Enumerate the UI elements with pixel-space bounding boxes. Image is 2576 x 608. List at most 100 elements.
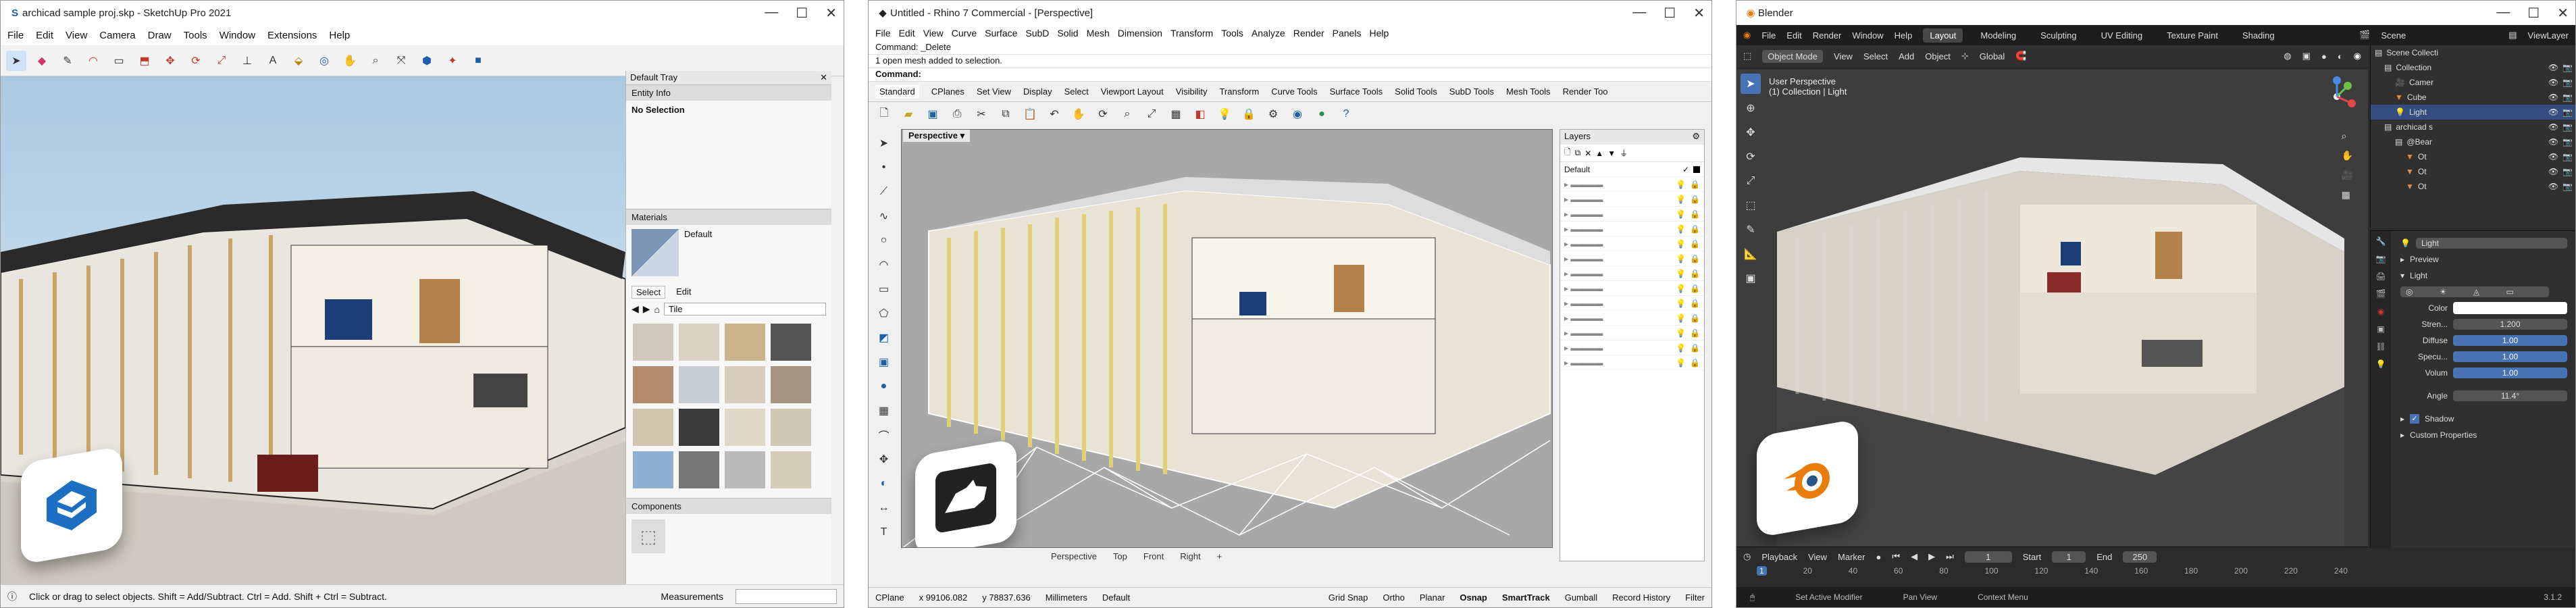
layer-row[interactable]: ▸ ▬▬▬▬ 💡 🔒 — [1560, 281, 1704, 296]
layer-row[interactable]: ▸ ▬▬▬▬ 💡 🔒 — [1560, 296, 1704, 311]
menu-panels[interactable]: Panels — [1333, 28, 1362, 39]
view-tab-front[interactable]: Front — [1143, 551, 1164, 561]
layer-row[interactable]: ▸ ▬▬▬▬ 💡 🔒 — [1560, 251, 1704, 266]
print-icon[interactable]: ⎙ — [947, 104, 967, 124]
zoom-extents-icon[interactable]: ⤧ — [391, 51, 411, 71]
tape-measure-icon[interactable]: ⊥ — [237, 51, 257, 71]
bulb-icon[interactable]: 💡 — [1676, 195, 1686, 204]
layer-row[interactable]: ▸ ▬▬▬▬ 💡 🔒 — [1560, 192, 1704, 207]
arc-icon[interactable]: ◠ — [874, 255, 894, 275]
move-tool-icon[interactable]: ✥ — [160, 51, 180, 71]
back-icon[interactable]: ◀ — [632, 303, 639, 315]
jump-end-icon[interactable]: ⏭ — [1946, 551, 1954, 562]
blender-menu-icon[interactable]: ◉ — [1743, 30, 1751, 41]
menu-edit[interactable]: Edit — [36, 30, 53, 41]
outliner-row[interactable]: 🎥 Camer 👁 📷 — [2371, 75, 2575, 90]
outliner-row-selected[interactable]: 💡 Light 👁 📷 — [2371, 105, 2575, 120]
text-icon[interactable]: T — [874, 522, 894, 542]
outliner-row[interactable]: ▼ Cube 👁 📷 — [2371, 90, 2575, 105]
material-thumb[interactable] — [633, 324, 673, 361]
header-view[interactable]: View — [1834, 51, 1853, 61]
maximize-icon[interactable]: ☐ — [1664, 5, 1676, 22]
viewport-label[interactable]: Perspective ▾ — [903, 130, 971, 142]
new-sublayer-icon[interactable]: ⧉ — [1575, 148, 1581, 158]
light-type-selector[interactable]: ◎ ☀ ◬ ▭ — [2400, 286, 2549, 297]
light-bulb-icon[interactable]: 💡 — [1214, 104, 1235, 124]
layer-row[interactable]: ▸ ▬▬▬▬ 💡 🔒 — [1560, 311, 1704, 326]
bulb-icon[interactable]: 💡 — [1676, 269, 1686, 278]
tab-render-tools[interactable]: Render Too — [1563, 86, 1608, 97]
menu-analyze[interactable]: Analyze — [1252, 28, 1285, 39]
layer-color-swatch[interactable] — [1693, 166, 1700, 173]
bulb-icon[interactable]: 💡 — [1676, 224, 1686, 234]
tab-cplanes[interactable]: CPlanes — [931, 86, 964, 97]
tab-visibility[interactable]: Visibility — [1176, 86, 1208, 97]
rectangle-icon[interactable]: ▭ — [874, 279, 894, 299]
constraint-tab-icon[interactable]: ⛓ — [2375, 342, 2386, 351]
layer-row[interactable]: ▸ ▬▬▬▬ 💡 🔒 — [1560, 326, 1704, 340]
layer-row[interactable]: ▸ ▬▬▬▬ 💡 🔒 — [1560, 222, 1704, 236]
select-arrow-icon[interactable]: ➤ — [874, 133, 894, 153]
planar-toggle[interactable]: Planar — [1420, 592, 1445, 603]
components-header[interactable]: Components — [626, 498, 831, 514]
rotate-view-icon[interactable]: ⟳ — [1093, 104, 1113, 124]
camera-render-icon[interactable]: 📷 — [2562, 182, 2573, 191]
grid-icon[interactable]: ▦ — [1166, 104, 1186, 124]
dimension-icon[interactable]: ↔ — [874, 498, 894, 518]
material-thumb[interactable] — [725, 324, 765, 361]
box-icon[interactable]: ▣ — [874, 352, 894, 372]
zoom-icon[interactable]: ⌕ — [365, 51, 386, 71]
forward-icon[interactable]: ▶ — [643, 303, 650, 315]
extension-warehouse-icon[interactable]: ✦ — [442, 51, 463, 71]
grid-snap-toggle[interactable]: Grid Snap — [1329, 592, 1368, 603]
entity-info-header[interactable]: Entity Info — [626, 84, 831, 101]
xray-icon[interactable]: ▣ — [2302, 51, 2311, 61]
camera-render-icon[interactable]: 📷 — [2562, 137, 2573, 147]
view-tab-top[interactable]: Top — [1113, 551, 1127, 561]
camera-render-icon[interactable]: 📷 — [2562, 167, 2573, 176]
tray-close-icon[interactable]: ✕ — [820, 72, 827, 83]
bulb-icon[interactable]: 💡 — [1676, 299, 1686, 308]
render-tab-icon[interactable]: 📷 — [2376, 254, 2386, 263]
filter-icon[interactable]: ⏚ — [1620, 147, 1628, 159]
sphere-icon[interactable]: ● — [874, 376, 894, 397]
lock-icon[interactable]: 🔒 — [1690, 195, 1700, 204]
visibility-eye-icon[interactable]: 👁 — [2548, 122, 2558, 132]
scene-tab-icon[interactable]: 🎬 — [2376, 289, 2386, 299]
material-swatch[interactable] — [632, 229, 679, 276]
menu-view[interactable]: View — [923, 28, 944, 39]
record-history-toggle[interactable]: Record History — [1612, 592, 1670, 603]
push-pull-icon[interactable]: ⬒ — [134, 51, 155, 71]
blender-3d-viewport[interactable]: User Perspective (1) Collection | Light … — [1736, 70, 2368, 547]
lock-icon[interactable]: 🔒 — [1690, 239, 1700, 249]
layer-row-default[interactable]: Default ✓ — [1560, 162, 1704, 177]
menu-transform[interactable]: Transform — [1170, 28, 1213, 39]
bulb-icon[interactable]: 💡 — [1676, 313, 1686, 323]
visibility-eye-icon[interactable]: 👁 — [2548, 63, 2558, 72]
material-thumb[interactable] — [679, 366, 719, 403]
copy-icon[interactable]: ⧉ — [996, 104, 1016, 124]
close-icon[interactable]: ✕ — [1693, 5, 1705, 22]
properties-icon[interactable]: ⚙ — [1263, 104, 1283, 124]
workspace-texture-paint[interactable]: Texture Paint — [2160, 28, 2225, 43]
view-tab-right[interactable]: Right — [1180, 551, 1200, 561]
osnap-toggle[interactable]: Osnap — [1460, 592, 1487, 603]
render-icon[interactable]: ◉ — [1287, 104, 1308, 124]
tab-surface-tools[interactable]: Surface Tools — [1330, 86, 1383, 97]
world-tab-icon[interactable]: ◉ — [2377, 307, 2384, 316]
shadow-row[interactable]: ▸ ✓ Shadow — [2394, 411, 2574, 427]
strength-field[interactable]: 1.200 — [2453, 319, 2567, 330]
workspace-sculpting[interactable]: Sculpting — [2034, 28, 2083, 43]
menu-tools[interactable]: Tools — [1221, 28, 1243, 39]
visibility-eye-icon[interactable]: 👁 — [2548, 137, 2558, 147]
circle-icon[interactable]: ○ — [874, 230, 894, 251]
color-field[interactable] — [2453, 302, 2567, 314]
select-tool-icon[interactable]: ➤ — [6, 50, 26, 71]
menu-extensions[interactable]: Extensions — [267, 30, 317, 41]
lock-icon[interactable]: 🔒 — [1690, 299, 1700, 308]
rectangle-tool-icon[interactable]: ▭ — [109, 51, 129, 71]
material-thumb[interactable] — [771, 324, 811, 361]
workspace-uv-editing[interactable]: UV Editing — [2094, 28, 2149, 43]
material-thumb[interactable] — [725, 366, 765, 403]
lock-icon[interactable]: 🔒 — [1690, 254, 1700, 263]
